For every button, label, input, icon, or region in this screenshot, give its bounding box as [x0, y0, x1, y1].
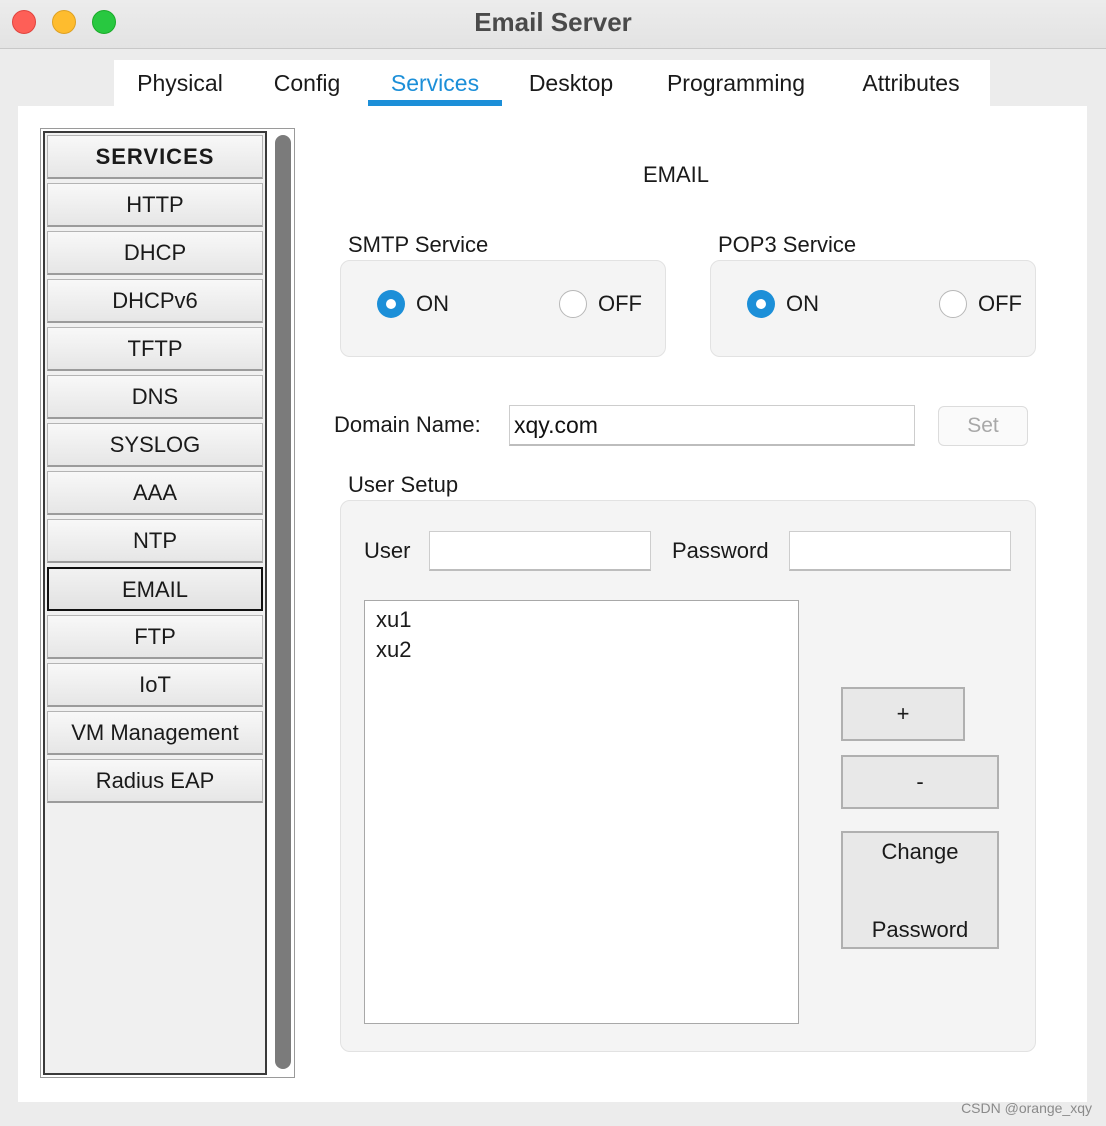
- sidebar-item-dhcpv6[interactable]: DHCPv6: [47, 279, 263, 323]
- window-title: Email Server: [474, 7, 632, 37]
- change-password-line1: Change: [881, 839, 959, 864]
- sidebar-item-dhcp[interactable]: DHCP: [47, 231, 263, 275]
- tab-attributes[interactable]: Attributes: [832, 60, 990, 106]
- services-header: SERVICES: [47, 135, 263, 179]
- watermark: CSDN @orange_xqy: [961, 1100, 1092, 1116]
- sidebar-item-radius-eap[interactable]: Radius EAP: [47, 759, 263, 803]
- set-domain-button[interactable]: Set: [938, 406, 1028, 446]
- sidebar-item-tftp[interactable]: TFTP: [47, 327, 263, 371]
- smtp-service-group: ON OFF: [340, 260, 666, 357]
- smtp-on-label: ON: [416, 291, 449, 316]
- pop3-on-radio[interactable]: ON: [747, 290, 819, 318]
- sidebar-item-aaa[interactable]: AAA: [47, 471, 263, 515]
- pop3-service-label: POP3 Service: [718, 232, 857, 257]
- sidebar-item-ntp[interactable]: NTP: [47, 519, 263, 563]
- tab-physical[interactable]: Physical: [114, 60, 246, 106]
- sidebar-item-dns[interactable]: DNS: [47, 375, 263, 419]
- tab-services[interactable]: Services: [368, 60, 502, 106]
- smtp-service-label: SMTP Service: [348, 232, 489, 257]
- list-item[interactable]: xu2: [376, 635, 787, 665]
- user-input[interactable]: [429, 531, 651, 571]
- title-bar: Email Server: [0, 0, 1106, 49]
- pop3-on-label: ON: [786, 291, 819, 316]
- pop3-service-group: ON OFF: [710, 260, 1036, 357]
- sidebar-item-iot[interactable]: IoT: [47, 663, 263, 707]
- services-sidebar: SERVICES HTTP DHCP DHCPv6 TFTP DNS SYSLO…: [40, 128, 295, 1078]
- change-password-line2: Password: [871, 917, 969, 942]
- pop3-off-label: OFF: [978, 291, 1022, 316]
- sidebar-item-ftp[interactable]: FTP: [47, 615, 263, 659]
- domain-name-input[interactable]: [509, 405, 915, 446]
- list-item[interactable]: xu1: [376, 605, 787, 635]
- radio-selected-icon: [747, 290, 775, 318]
- radio-unselected-icon: [559, 290, 587, 318]
- radio-selected-icon: [377, 290, 405, 318]
- sidebar-scrollbar[interactable]: [275, 133, 291, 1073]
- sidebar-item-email[interactable]: EMAIL: [47, 567, 263, 611]
- password-label: Password: [672, 538, 769, 563]
- tab-programming[interactable]: Programming: [640, 60, 832, 106]
- smtp-on-radio[interactable]: ON: [377, 290, 449, 318]
- domain-name-label: Domain Name:: [334, 412, 481, 437]
- user-list[interactable]: xu1 xu2: [364, 600, 799, 1024]
- sidebar-item-syslog[interactable]: SYSLOG: [47, 423, 263, 467]
- smtp-off-radio[interactable]: OFF: [559, 290, 642, 318]
- tab-bar: Physical Config Services Desktop Program…: [114, 60, 990, 106]
- add-user-button[interactable]: +: [841, 687, 965, 741]
- tab-config[interactable]: Config: [246, 60, 368, 106]
- sidebar-scrollbar-thumb[interactable]: [275, 135, 291, 1069]
- services-list: SERVICES HTTP DHCP DHCPv6 TFTP DNS SYSLO…: [43, 131, 267, 1075]
- user-setup-label: User Setup: [348, 472, 459, 497]
- user-label: User: [364, 538, 411, 563]
- sidebar-item-http[interactable]: HTTP: [47, 183, 263, 227]
- remove-user-button[interactable]: -: [841, 755, 999, 809]
- change-password-button[interactable]: Change Password: [841, 831, 999, 949]
- tab-desktop[interactable]: Desktop: [502, 60, 640, 106]
- password-input[interactable]: [789, 531, 1011, 571]
- pop3-off-radio[interactable]: OFF: [939, 290, 1022, 318]
- radio-unselected-icon: [939, 290, 967, 318]
- sidebar-item-vm-management[interactable]: VM Management: [47, 711, 263, 755]
- smtp-off-label: OFF: [598, 291, 642, 316]
- services-content: SERVICES HTTP DHCP DHCPv6 TFTP DNS SYSLO…: [18, 106, 1087, 1102]
- email-section-title: EMAIL: [642, 162, 710, 187]
